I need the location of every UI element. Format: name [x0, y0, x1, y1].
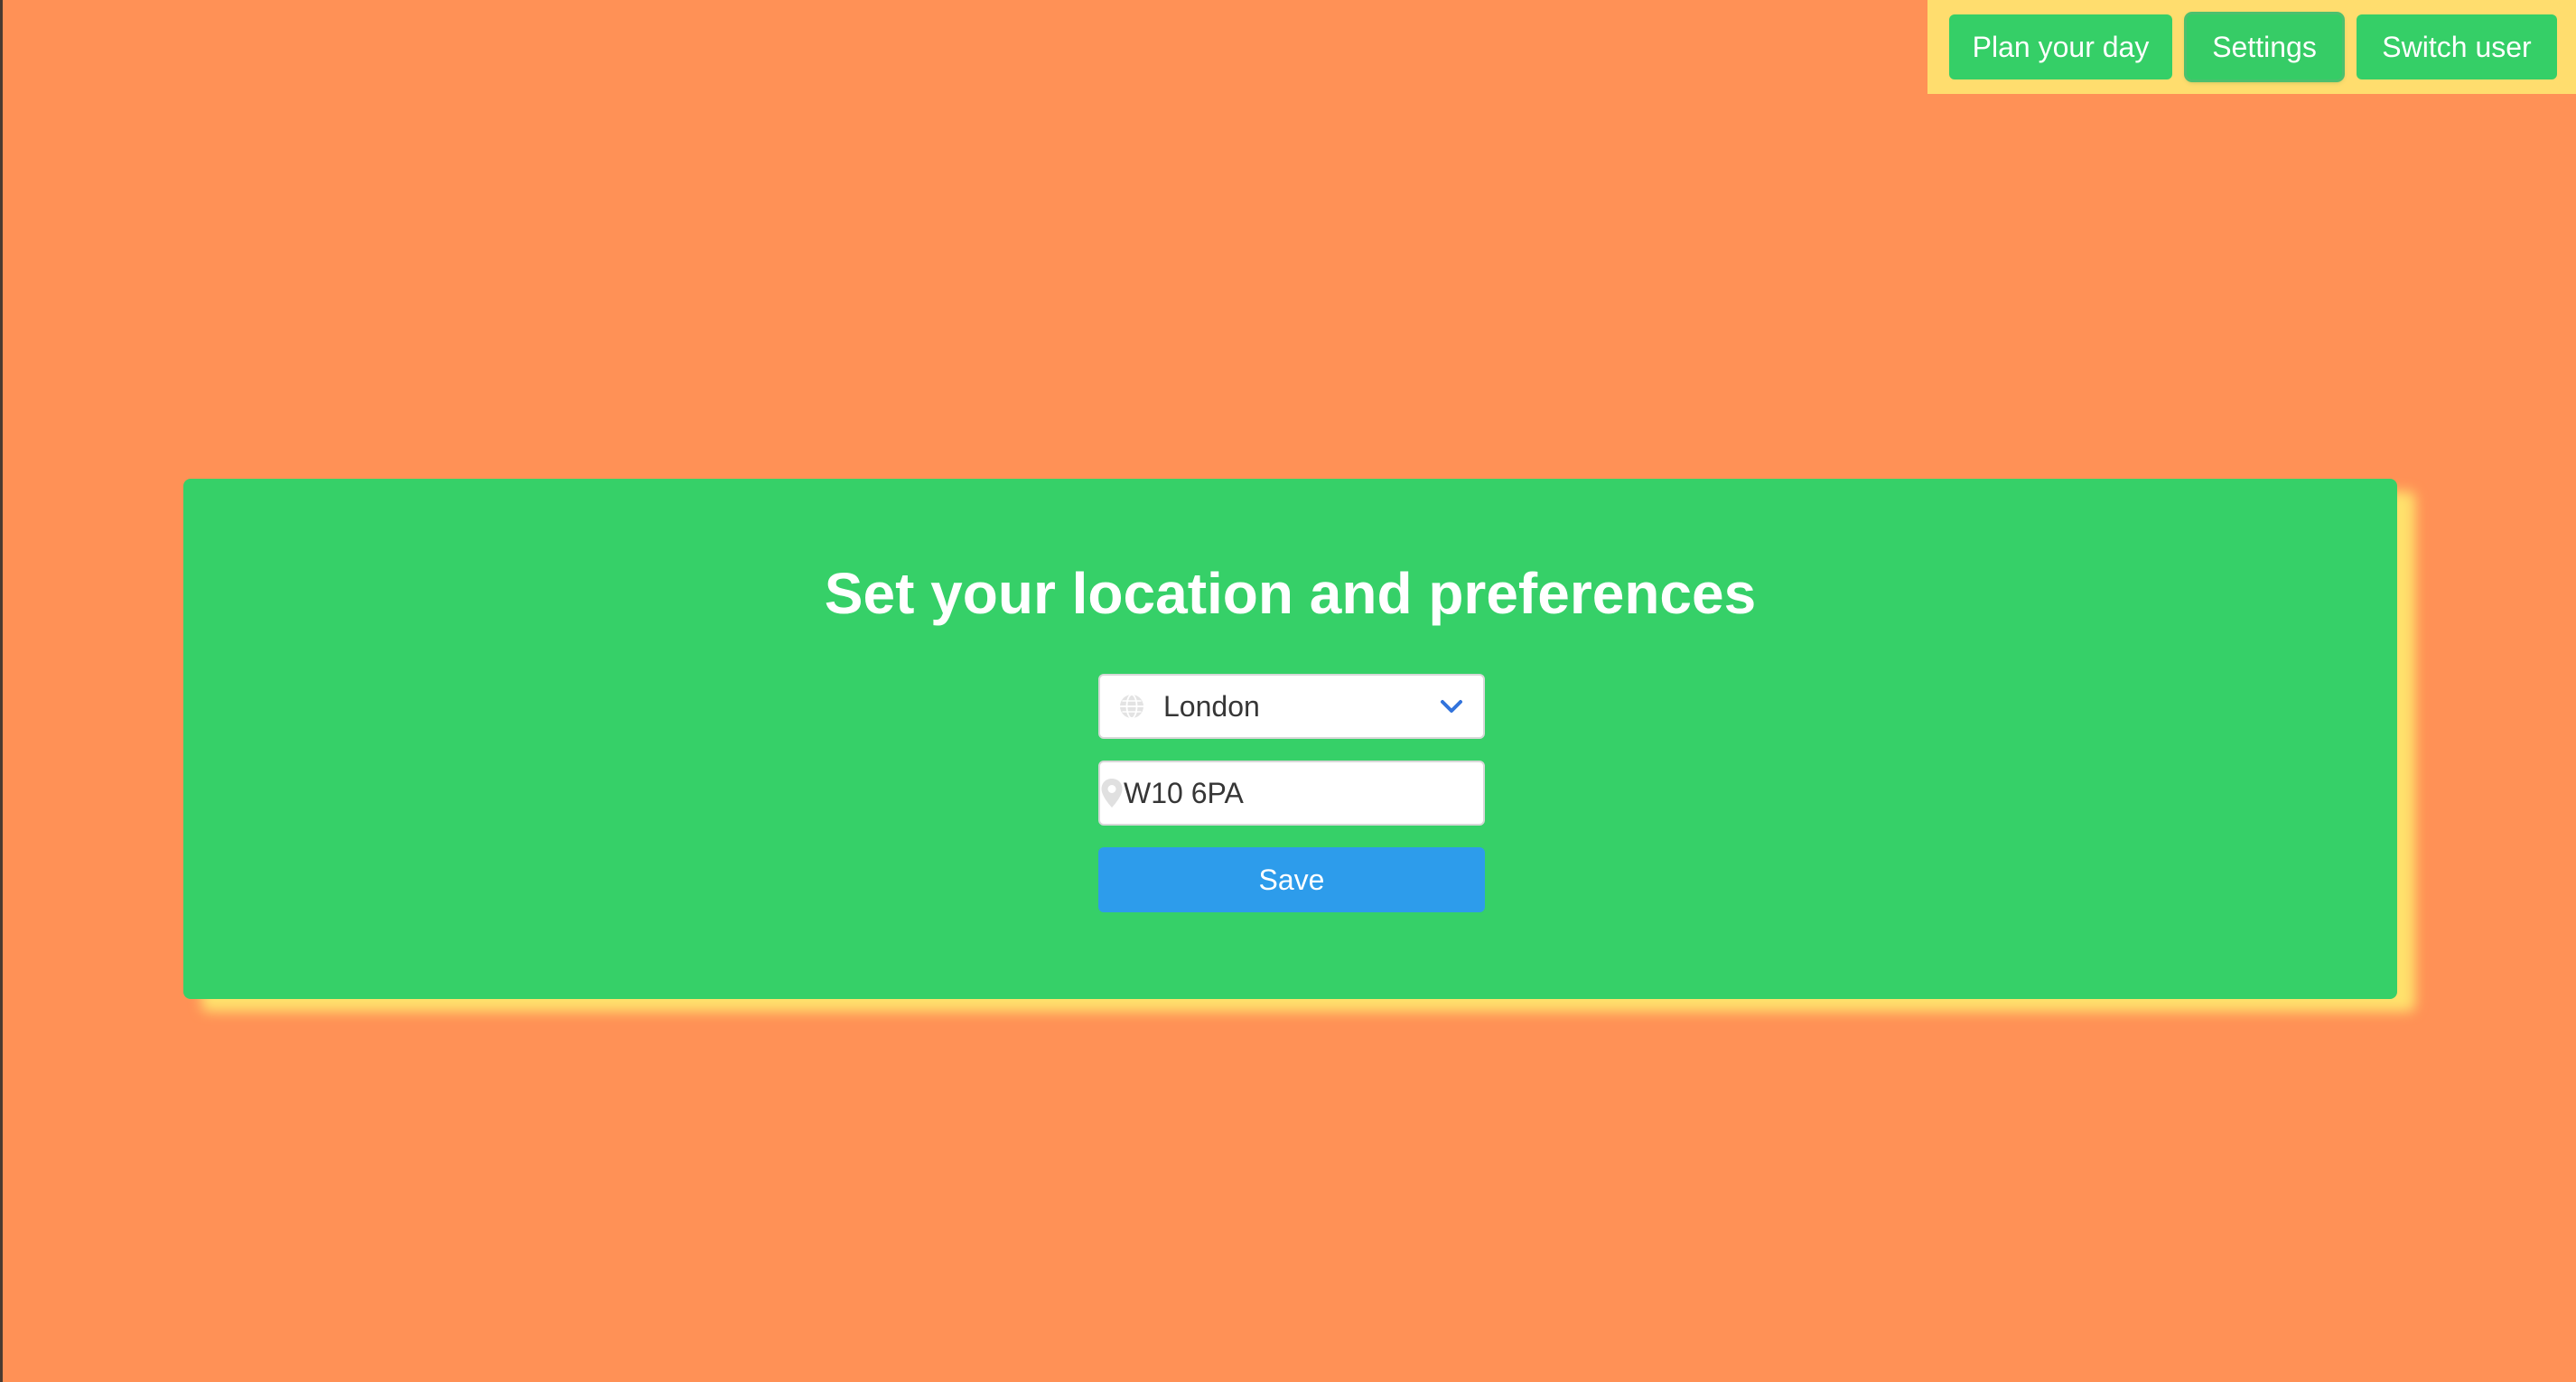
location-preferences-card: Set your location and preferences London: [183, 479, 2397, 999]
map-marker-icon: [1100, 762, 1124, 824]
chevron-down-icon[interactable]: [1420, 676, 1483, 737]
postcode-input[interactable]: [1124, 762, 1503, 824]
save-button[interactable]: Save: [1098, 847, 1485, 912]
globe-icon: [1100, 676, 1163, 737]
city-select[interactable]: London: [1098, 674, 1485, 739]
page: Plan your day Settings Switch user Set y…: [0, 0, 2576, 1382]
top-navigation: Plan your day Settings Switch user: [1927, 0, 2576, 94]
plan-your-day-button[interactable]: Plan your day: [1949, 14, 2172, 79]
postcode-field[interactable]: [1098, 761, 1503, 826]
page-title: Set your location and preferences: [824, 561, 1757, 626]
settings-button[interactable]: Settings: [2187, 14, 2342, 79]
switch-user-button[interactable]: Switch user: [2357, 14, 2557, 79]
city-select-value: London: [1163, 689, 1260, 723]
